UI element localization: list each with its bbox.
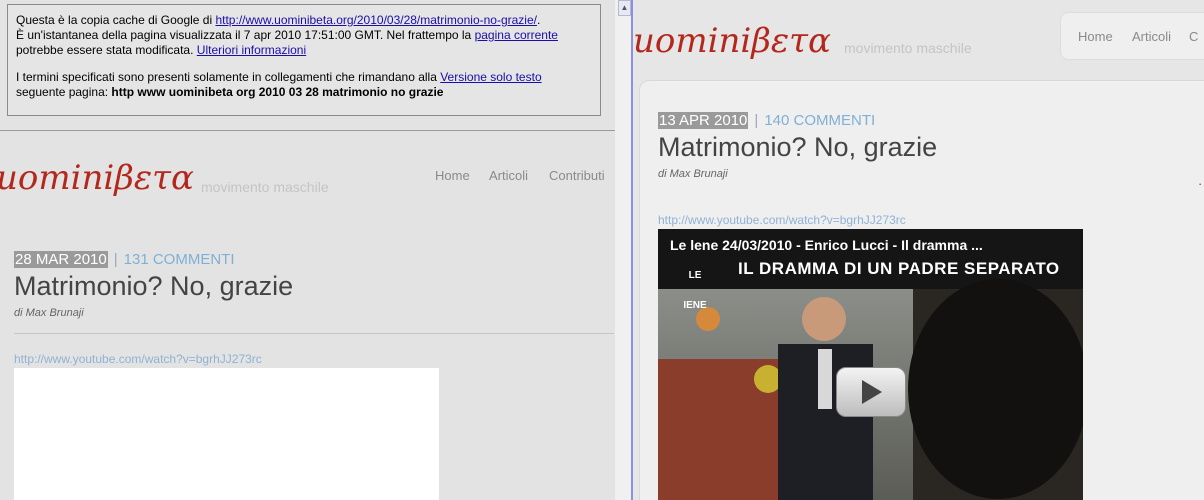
cache-line2-middle: potrebbe essere stata modificata. bbox=[16, 43, 197, 57]
right-browser-pane: uominiβετα movimento maschile Home Artic… bbox=[633, 0, 1204, 500]
youtube-link-right[interactable]: http://www.youtube.com/watch?v=bgrhJJ273… bbox=[658, 213, 906, 227]
youtube-video-player[interactable]: Le lene 24/03/2010 - Enrico Lucci - Il d… bbox=[658, 229, 1083, 500]
post-title-right[interactable]: Matrimonio? No, grazie bbox=[658, 132, 937, 163]
post-meta: 28 MAR 2010 | 131 COMMENTI bbox=[14, 251, 235, 268]
following-page-label: seguente pagina: bbox=[16, 85, 112, 99]
post-date-right: 13 APR 2010 bbox=[658, 112, 749, 129]
site-logo-right[interactable]: uominiβετα bbox=[633, 21, 831, 61]
site-tagline: movimento maschile bbox=[201, 179, 329, 195]
post-date: 28 MAR 2010 bbox=[14, 251, 108, 268]
splitter-arrow-icon[interactable]: ▲ bbox=[618, 0, 631, 16]
nav-articoli[interactable]: Articoli bbox=[489, 168, 528, 183]
video-embed-placeholder bbox=[14, 368, 439, 500]
meta-separator: | bbox=[113, 251, 118, 268]
comments-link[interactable]: 131 COMMENTI bbox=[124, 251, 235, 268]
current-page-link[interactable]: pagina corrente bbox=[475, 28, 558, 42]
nav-home-right[interactable]: Home bbox=[1078, 29, 1113, 44]
cache-line2-prefix: È un'istantanea della pagina visualizzat… bbox=[16, 28, 475, 42]
nav-contributi-right[interactable]: C bbox=[1189, 29, 1198, 44]
cache-line1-suffix: . bbox=[536, 13, 541, 27]
site-tagline-right: movimento maschile bbox=[844, 40, 972, 56]
terms-text: I termini specificati sono presenti sola… bbox=[16, 70, 441, 84]
cache-separator-line bbox=[0, 130, 615, 131]
play-button-icon[interactable] bbox=[836, 367, 906, 417]
nav-contributi[interactable]: Contributi bbox=[549, 168, 605, 183]
text-only-version-link[interactable]: Versione solo testo bbox=[440, 70, 541, 84]
post-byline: di Max Brunaji bbox=[14, 307, 84, 319]
youtube-link[interactable]: http://www.youtube.com/watch?v=bgrhJJ273… bbox=[14, 352, 262, 366]
video-banner: IL DRAMMA DI UN PADRE SEPARATO bbox=[738, 259, 1060, 278]
meta-separator-right: | bbox=[754, 112, 759, 129]
site-logo[interactable]: uominiβετα bbox=[0, 158, 194, 198]
nav-home[interactable]: Home bbox=[435, 168, 470, 183]
video-title[interactable]: Le lene 24/03/2010 - Enrico Lucci - Il d… bbox=[670, 237, 983, 253]
pane-splitter[interactable]: ▲ bbox=[615, 0, 633, 500]
post-title[interactable]: Matrimonio? No, grazie bbox=[14, 271, 293, 302]
nav-articoli-right[interactable]: Articoli bbox=[1132, 29, 1171, 44]
post-byline-right: di Max Brunaji bbox=[658, 168, 728, 180]
google-cache-notice: Questa è la copia cache di Google di htt… bbox=[7, 4, 601, 116]
le-iene-logo: LE IENE bbox=[683, 270, 707, 311]
cached-source-url-link[interactable]: http://www.uominibeta.org/2010/03/28/mat… bbox=[215, 13, 537, 27]
more-info-link[interactable]: Ulteriori informazioni bbox=[197, 43, 306, 57]
post-meta-right: 13 APR 2010 | 140 COMMENTI bbox=[658, 112, 875, 129]
cache-line1-prefix: Questa è la copia cache di Google di bbox=[16, 13, 216, 27]
post-divider bbox=[14, 333, 614, 334]
logo-fragment: · bbox=[1198, 176, 1203, 191]
comments-link-right[interactable]: 140 COMMENTI bbox=[764, 112, 875, 129]
left-browser-pane: Questa è la copia cache di Google di htt… bbox=[0, 0, 615, 500]
following-page-terms: http www uominibeta org 2010 03 28 matri… bbox=[111, 85, 444, 99]
